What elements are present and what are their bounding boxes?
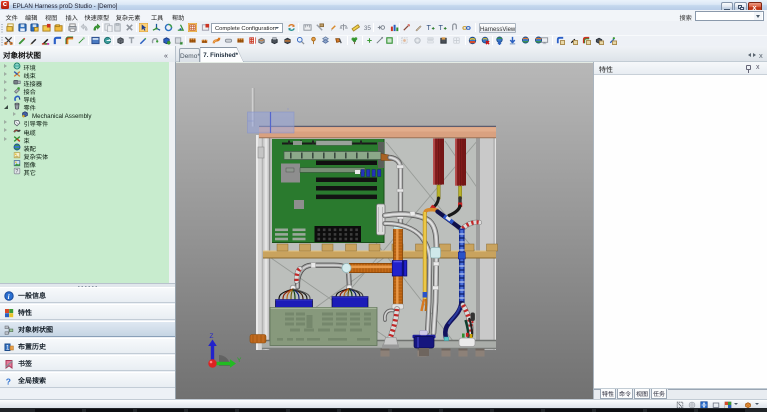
svg-text:Z: Z xyxy=(210,333,214,340)
svg-text:T: T xyxy=(426,23,431,32)
svg-text:?: ? xyxy=(6,376,11,386)
svg-text:i: i xyxy=(8,293,10,301)
svg-text:35: 35 xyxy=(364,25,372,32)
svg-text:?: ? xyxy=(15,169,18,175)
svg-text:T: T xyxy=(438,23,443,32)
svg-text:Y: Y xyxy=(237,357,242,364)
